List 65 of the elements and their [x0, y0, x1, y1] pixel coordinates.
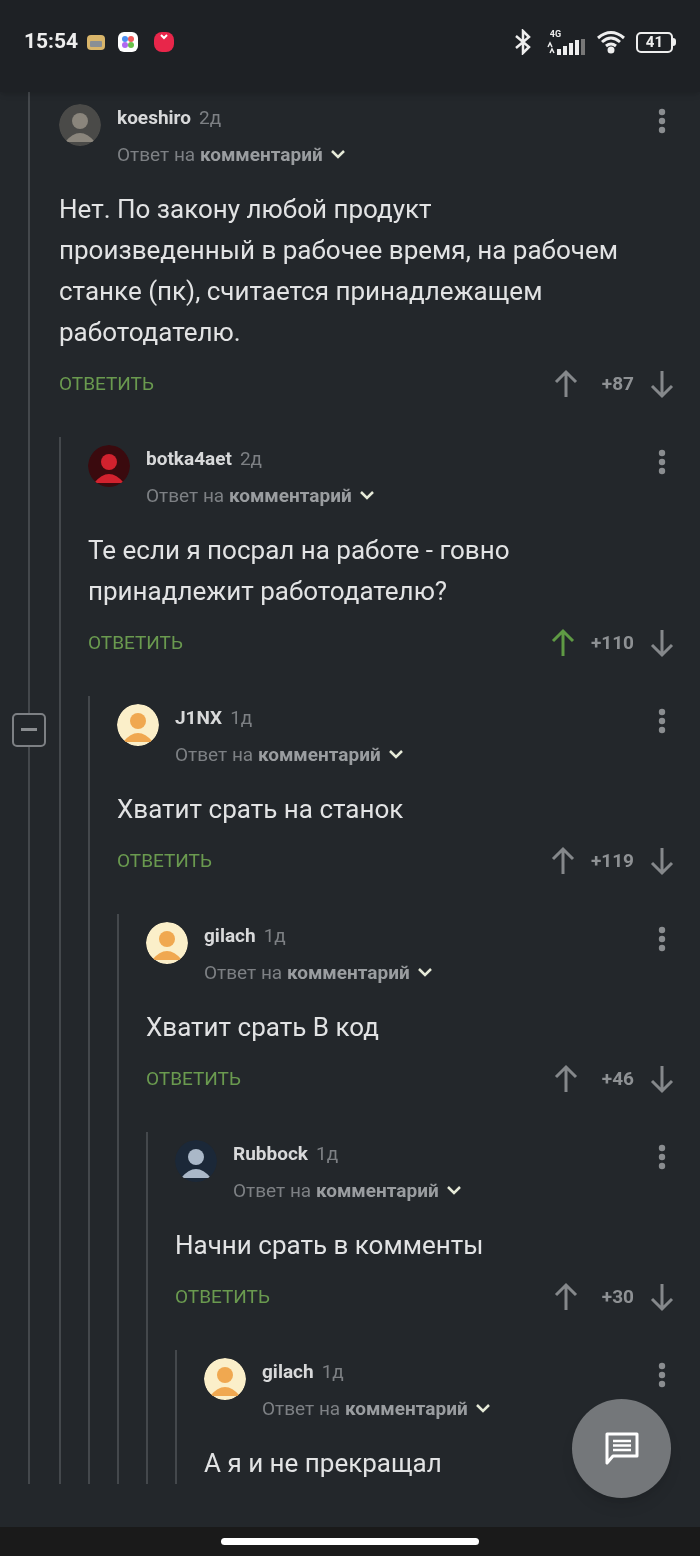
reply-to-text: Ответ на комментарий [146, 482, 352, 509]
comment-age: 1д [321, 1359, 344, 1385]
down-arrow-icon[interactable] [650, 1282, 674, 1312]
reply-link[interactable]: ОТВЕТИТЬ [146, 1064, 241, 1094]
collapse-thread-button[interactable] [12, 713, 46, 747]
up-arrow-icon[interactable] [550, 628, 575, 658]
author-name[interactable]: koeshiro [117, 104, 191, 133]
author-name[interactable]: gilach [262, 1358, 314, 1387]
chevron-down-icon[interactable] [330, 150, 345, 160]
battery-indicator: 41 [635, 31, 676, 53]
comment-text: Хватит срать на станок [117, 793, 404, 826]
reply-to-text: Ответ на комментарий [262, 1395, 468, 1422]
vote-score: +30 [600, 1283, 634, 1310]
down-arrow-icon[interactable] [650, 846, 674, 876]
signal-icon [545, 39, 588, 55]
comment-age: 2д [239, 446, 263, 472]
more-options-icon[interactable] [658, 1144, 666, 1170]
reply-to-text: Ответ на комментарий [233, 1177, 439, 1204]
comment-text: Начни срать в комменты [175, 1229, 484, 1262]
up-arrow-icon[interactable] [554, 1064, 578, 1094]
comment-text: Нет. По закону любой продукт произведенный в рабочее время, на рабочем станке (пк), считается принадлежащем работодателю. [59, 193, 619, 349]
chevron-down-icon[interactable] [475, 1404, 490, 1414]
chevron-down-icon[interactable] [417, 968, 432, 978]
down-arrow-icon[interactable] [650, 628, 674, 658]
more-options-icon[interactable] [658, 108, 666, 134]
vote-score: +119 [590, 847, 634, 874]
network-type: 4G [549, 29, 562, 39]
comment-text: Хватит срать В код [146, 1011, 379, 1044]
reply-link[interactable]: ОТВЕТИТЬ [59, 369, 154, 399]
reply-to-text: Ответ на комментарий [204, 959, 410, 986]
more-options-icon[interactable] [658, 708, 666, 734]
comment-text: А я и не прекращал [204, 1447, 442, 1480]
heart-app-icon [154, 32, 175, 52]
author-name[interactable]: botka4aet [146, 445, 232, 474]
more-options-icon[interactable] [658, 1362, 666, 1388]
reply-link[interactable]: ОТВЕТИТЬ [117, 846, 212, 876]
reply-link[interactable]: ОТВЕТИТЬ [175, 1282, 270, 1312]
chevron-down-icon[interactable] [446, 1186, 461, 1196]
up-arrow-icon[interactable] [550, 846, 575, 876]
comment-age: 1д [230, 705, 253, 731]
up-arrow-icon[interactable] [554, 1282, 578, 1312]
clock: 15:54 [24, 28, 79, 56]
author-name[interactable]: Rubbock [233, 1140, 308, 1169]
radio-icon [86, 32, 107, 52]
reply-to-text: Ответ на комментарий [175, 741, 381, 768]
chevron-down-icon[interactable] [359, 491, 374, 501]
vote-score: +46 [600, 1065, 634, 1092]
author-name[interactable]: J1NX [175, 704, 223, 733]
reply-to-text: Ответ на комментарий [117, 141, 323, 168]
comment-age: 1д [315, 1141, 339, 1167]
minus-icon [21, 728, 37, 732]
author-name[interactable]: gilach [204, 922, 256, 951]
down-arrow-icon[interactable] [650, 369, 674, 399]
reply-link[interactable]: ОТВЕТИТЬ [88, 628, 183, 658]
down-arrow-icon[interactable] [650, 1064, 674, 1094]
vote-score: +87 [600, 370, 634, 397]
more-options-icon[interactable] [658, 926, 666, 952]
up-arrow-icon[interactable] [554, 369, 578, 399]
comment-text: Те если я посрал на работе - говно принадлежит работодателю? [88, 534, 511, 608]
more-options-icon[interactable] [658, 449, 666, 475]
app-icon [118, 32, 139, 52]
comment-age: 2д [198, 105, 222, 131]
chevron-down-icon[interactable] [388, 750, 403, 760]
comment-age: 1д [263, 923, 286, 949]
vote-score: +110 [590, 629, 634, 656]
